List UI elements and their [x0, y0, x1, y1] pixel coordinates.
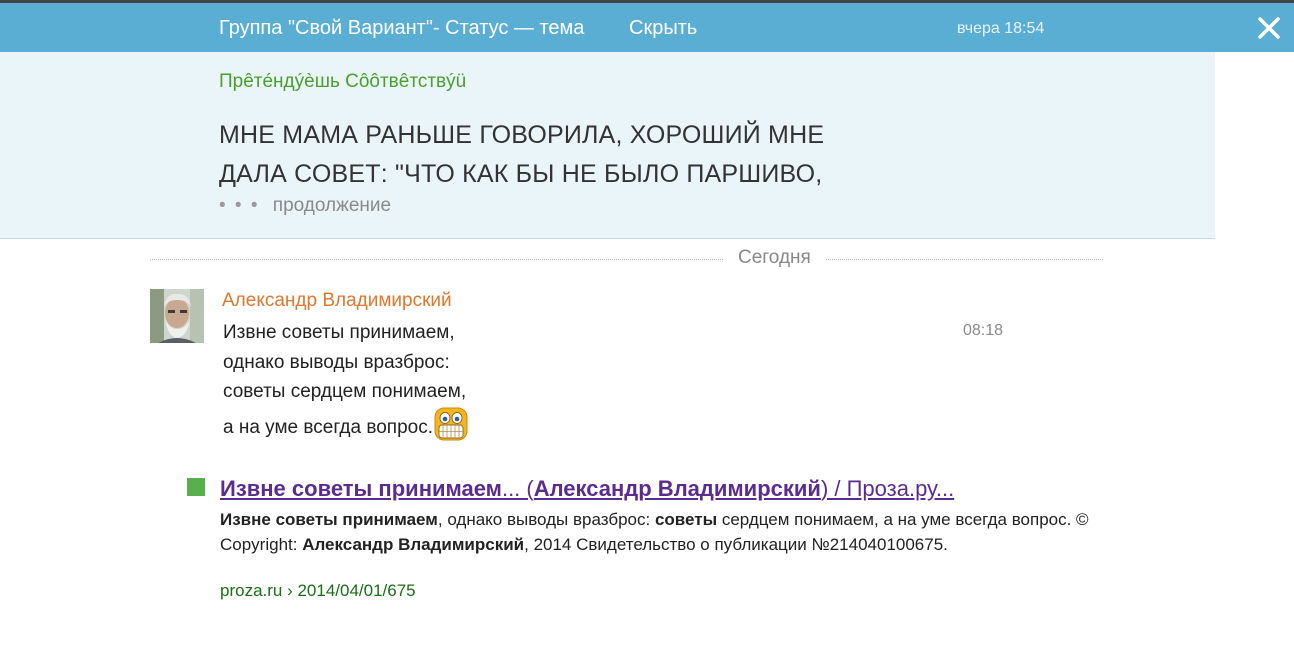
message-text: Извне советы принимаем, однако выводы вр…: [223, 318, 523, 442]
date-divider-label: Сегодня: [723, 247, 826, 269]
message-line: советы сердцем понимаем,: [223, 381, 467, 402]
result-title-link[interactable]: Извне советы принимаем... (Александр Вла…: [220, 476, 954, 502]
message-timestamp: 08:18: [963, 322, 1004, 339]
close-icon[interactable]: [1254, 13, 1284, 43]
result-marker: [187, 478, 205, 496]
hide-button[interactable]: Скрыть: [629, 17, 697, 40]
result-title-part: ... (: [501, 476, 534, 501]
topic-panel: Прêтéндýèшь Сôôтвêтствýü МНЕ МАМА РАНЬШЕ…: [0, 52, 1215, 239]
read-more-link[interactable]: • • • продолжение: [219, 195, 391, 217]
date-divider: Сегодня: [150, 246, 1103, 272]
snippet-part: Александр Владимирский: [302, 535, 525, 554]
message-line: Извне советы принимаем,: [223, 322, 455, 343]
thread-title[interactable]: Группа "Свой Вариант"- Статус — тема: [219, 17, 584, 40]
more-dots-icon: • • •: [219, 195, 260, 216]
topic-text: МНЕ МАМА РАНЬШЕ ГОВОРИЛА, ХОРОШИЙ МНЕ ДА…: [219, 121, 825, 188]
header-timestamp: вчера 18:54: [957, 20, 1045, 37]
snippet-part: , однако выводы вразброс:: [437, 510, 655, 529]
message-line-text: а на уме всегда вопрос.: [223, 416, 433, 438]
read-more-label: продолжение: [272, 195, 392, 216]
grin-smiley-icon: [434, 407, 468, 440]
result-title-part: Александр Владимирский: [533, 476, 821, 501]
topbar: Группа "Свой Вариант"- Статус — тема Скр…: [0, 0, 1294, 52]
result-title-part: Извне советы принимаем: [220, 476, 502, 501]
message-author[interactable]: Александр Владимирский: [222, 290, 452, 312]
divider-line: [150, 259, 1103, 260]
snippet-part: Извне советы принимаем: [220, 510, 438, 529]
snippet-part: , 2014 Свидетельство о публикации №21404…: [524, 535, 948, 554]
snippet-part: советы: [654, 510, 718, 529]
message-line: однако выводы вразброс:: [223, 351, 450, 373]
avatar-photo: [150, 289, 204, 343]
message-line-last: а на уме всегда вопрос.: [223, 407, 523, 443]
result-url[interactable]: proza.ru › 2014/04/01/675: [220, 581, 416, 601]
result-snippet: Извне советы принимаем, однако выводы вр…: [220, 507, 1120, 557]
result-title-part: ) / Проза.ру...: [820, 476, 955, 501]
avatar[interactable]: [150, 289, 204, 343]
topic-author[interactable]: Прêтéндýèшь Сôôтвêтствýü: [219, 71, 466, 93]
